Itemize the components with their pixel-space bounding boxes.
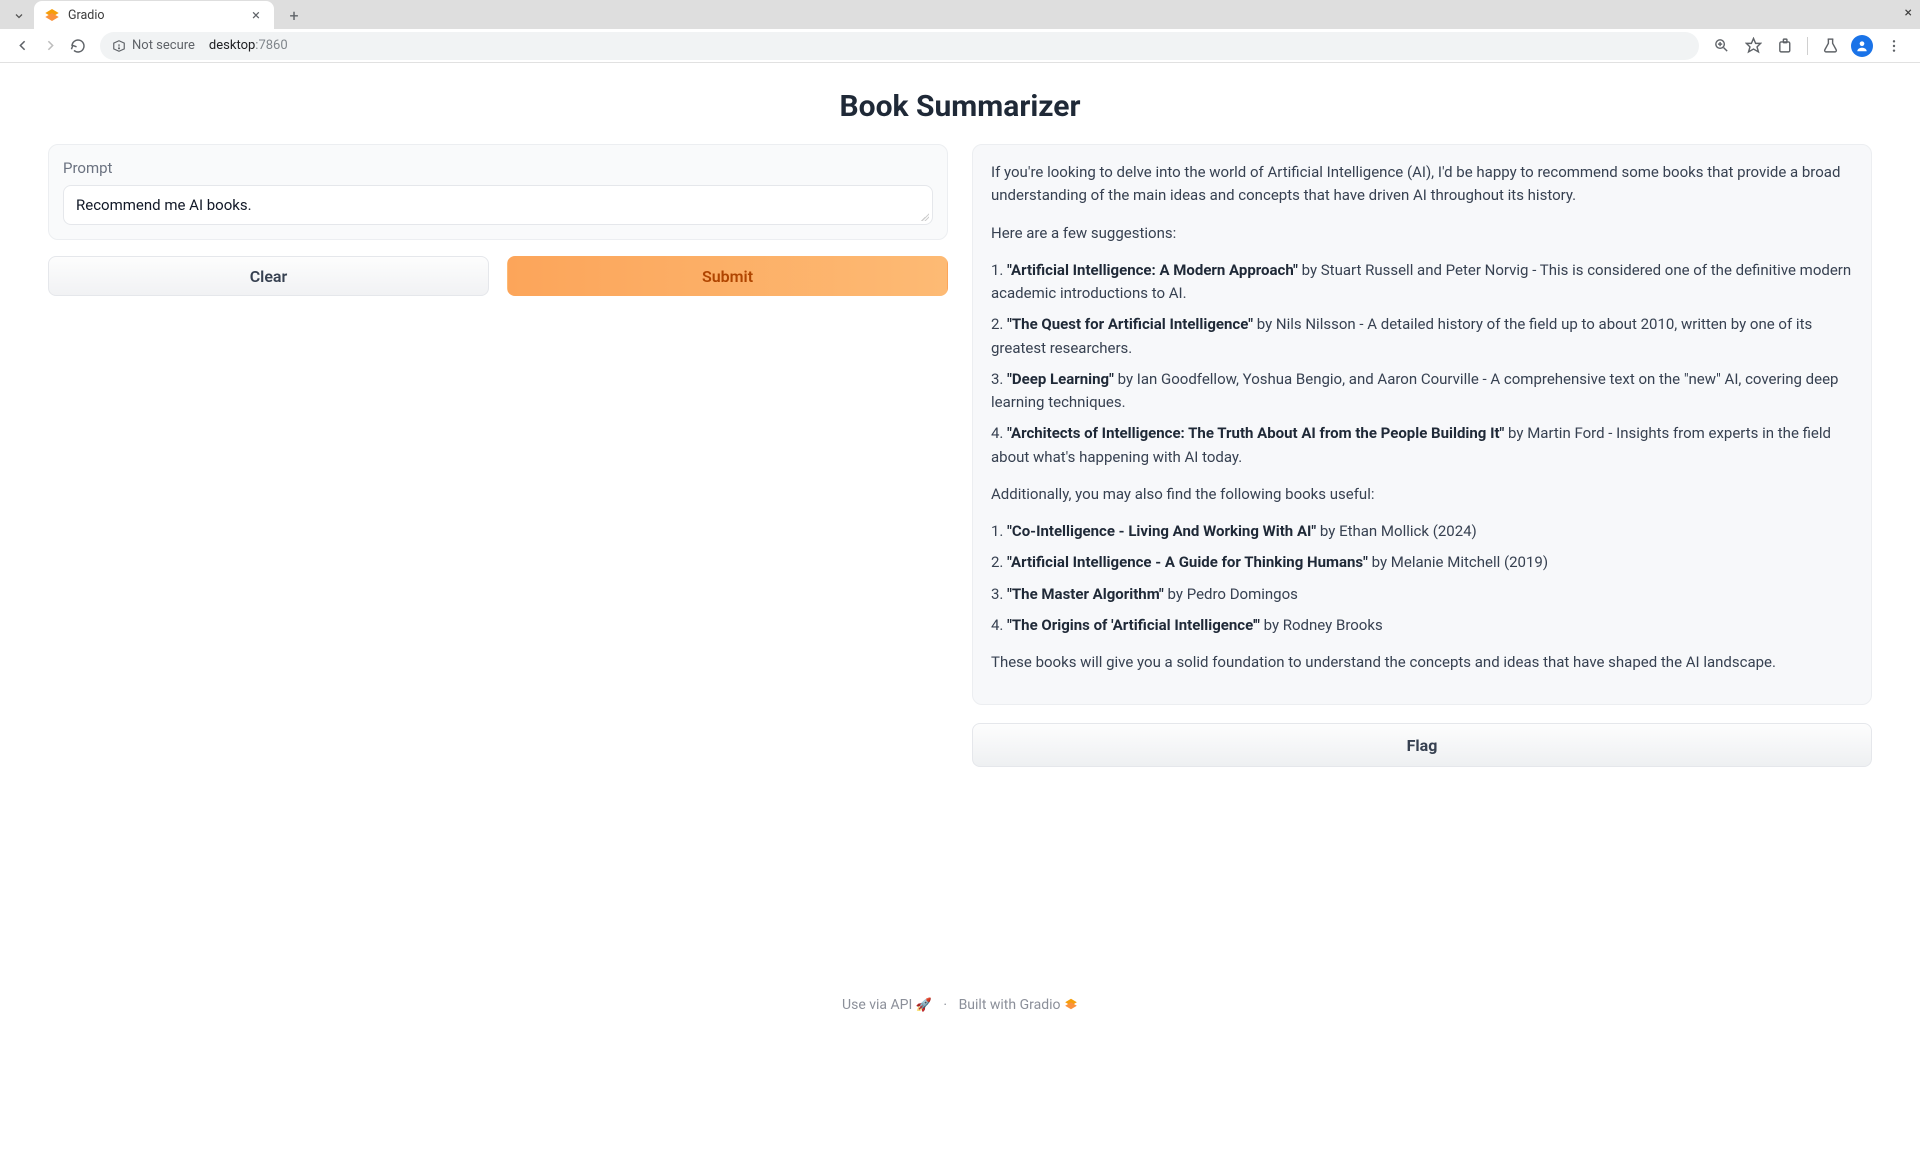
close-tab-icon[interactable]: × bbox=[248, 6, 264, 24]
flag-button[interactable]: Flag bbox=[972, 723, 1872, 767]
forward-button[interactable] bbox=[36, 32, 64, 60]
reload-button[interactable] bbox=[64, 32, 92, 60]
address-bar[interactable]: Not secure desktop:7860 bbox=[100, 32, 1699, 60]
toolbar-divider bbox=[1807, 37, 1808, 55]
zoom-icon[interactable] bbox=[1707, 32, 1735, 60]
api-rocket-icon: 🚀 bbox=[916, 998, 932, 1013]
app-title: Book Summarizer bbox=[0, 89, 1920, 124]
output-intro: If you're looking to delve into the worl… bbox=[991, 161, 1853, 208]
not-secure-icon bbox=[112, 39, 126, 53]
browser-chrome: Gradio × + × Not secure desktop:7860 bbox=[0, 0, 1920, 63]
browser-tab[interactable]: Gradio × bbox=[34, 1, 274, 29]
list-item: 1. "Artificial Intelligence: A Modern Ap… bbox=[991, 259, 1853, 306]
prompt-input[interactable]: Recommend me AI books. bbox=[63, 185, 933, 225]
output-closing: These books will give you a solid founda… bbox=[991, 651, 1853, 674]
list-item: 4. "Architects of Intelligence: The Trut… bbox=[991, 422, 1853, 469]
list-item: 1. "Co-Intelligence - Living And Working… bbox=[991, 520, 1853, 543]
page-content: Book Summarizer Prompt Recommend me AI b… bbox=[0, 63, 1920, 1033]
labs-icon[interactable] bbox=[1816, 32, 1844, 60]
app-body: Prompt Recommend me AI books. Clear Subm… bbox=[0, 144, 1920, 767]
url-host: desktop bbox=[209, 38, 255, 53]
output-column: If you're looking to delve into the worl… bbox=[972, 144, 1872, 767]
extensions-icon[interactable] bbox=[1771, 32, 1799, 60]
gradio-favicon-icon bbox=[44, 7, 60, 23]
prompt-label: Prompt bbox=[63, 159, 933, 177]
back-button[interactable] bbox=[8, 32, 36, 60]
tab-title: Gradio bbox=[68, 8, 248, 23]
output-list-2: 1. "Co-Intelligence - Living And Working… bbox=[991, 520, 1853, 637]
menu-icon[interactable] bbox=[1880, 32, 1908, 60]
bookmark-icon[interactable] bbox=[1739, 32, 1767, 60]
gradio-logo-icon bbox=[1064, 997, 1078, 1013]
button-row: Clear Submit bbox=[48, 256, 948, 296]
use-via-api-link[interactable]: Use via API 🚀 bbox=[842, 997, 932, 1013]
submit-button[interactable]: Submit bbox=[507, 256, 948, 296]
output-list-1: 1. "Artificial Intelligence: A Modern Ap… bbox=[991, 259, 1853, 469]
new-tab-button[interactable]: + bbox=[280, 1, 308, 29]
tab-search-dropdown[interactable] bbox=[6, 5, 32, 27]
list-item: 2. "Artificial Intelligence - A Guide fo… bbox=[991, 551, 1853, 574]
profile-button[interactable] bbox=[1848, 32, 1876, 60]
clear-button[interactable]: Clear bbox=[48, 256, 489, 296]
list-item: 3. "The Master Algorithm" by Pedro Domin… bbox=[991, 583, 1853, 606]
output-additional-lead: Additionally, you may also find the foll… bbox=[991, 483, 1853, 506]
list-item: 4. "The Origins of 'Artificial Intellige… bbox=[991, 614, 1853, 637]
toolbar-icons bbox=[1707, 32, 1912, 60]
list-item: 3. "Deep Learning" by Ian Goodfellow, Yo… bbox=[991, 368, 1853, 415]
output-panel: If you're looking to delve into the worl… bbox=[972, 144, 1872, 705]
window-close-icon[interactable]: × bbox=[1905, 5, 1912, 21]
prompt-panel: Prompt Recommend me AI books. bbox=[48, 144, 948, 240]
security-label: Not secure bbox=[132, 38, 195, 53]
output-suggestions-lead: Here are a few suggestions: bbox=[991, 222, 1853, 245]
footer: Use via API 🚀 · Built with Gradio bbox=[0, 997, 1920, 1013]
url-port: :7860 bbox=[255, 38, 287, 53]
list-item: 2. "The Quest for Artificial Intelligenc… bbox=[991, 313, 1853, 360]
browser-toolbar: Not secure desktop:7860 bbox=[0, 29, 1920, 63]
input-column: Prompt Recommend me AI books. Clear Subm… bbox=[48, 144, 948, 767]
prompt-input-value: Recommend me AI books. bbox=[76, 196, 252, 214]
built-with-gradio-link[interactable]: Built with Gradio bbox=[959, 997, 1078, 1013]
tab-bar: Gradio × + × bbox=[0, 0, 1920, 29]
